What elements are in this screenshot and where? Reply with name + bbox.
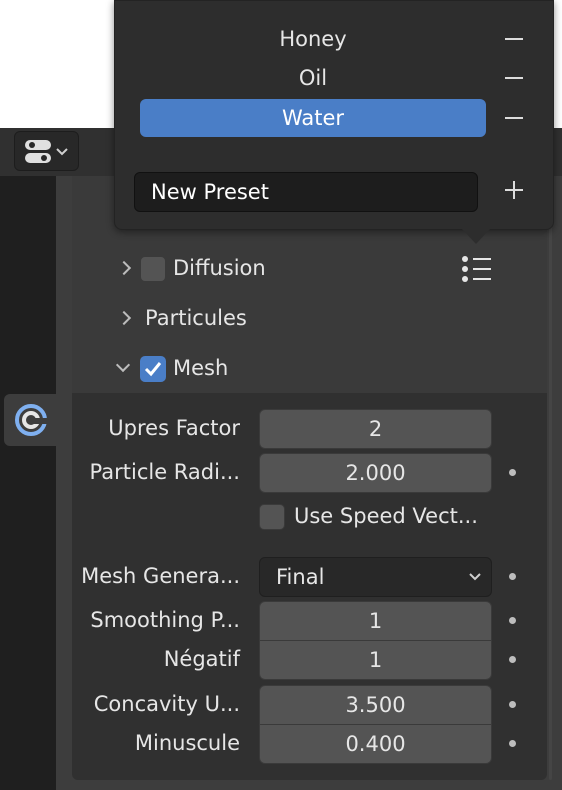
use-speed-vectors-label[interactable]: Use Speed Vect... [294,504,478,528]
chevron-down-icon [469,573,481,581]
minuscule-field[interactable]: 0.400 [259,724,492,764]
popup-pointer [461,228,491,244]
particle-radius-label: Particle Radi... [89,460,240,484]
keyframe-dot[interactable] [509,656,516,663]
remove-preset-icon[interactable] [505,77,523,79]
subpanel-mesh-label[interactable]: Mesh [173,356,228,380]
concavity-upper-label: Concavity U... [93,692,240,716]
use-speed-vectors-checkbox[interactable] [259,504,285,530]
new-preset-input[interactable]: New Preset [134,172,478,212]
preset-item-water[interactable]: Water [140,99,486,137]
minuscule-label: Minuscule [134,731,240,755]
smoothing-positive-label: Smoothing P... [90,608,240,632]
remove-preset-icon[interactable] [505,117,523,119]
scrollbar[interactable] [549,176,552,780]
preset-item-oil[interactable]: Oil [140,59,486,97]
mesh-checkbox[interactable] [140,356,166,382]
keyframe-dot[interactable] [509,469,516,476]
editor-type-button[interactable] [14,131,79,171]
editor-type-icon [25,140,68,163]
concavity-upper-field[interactable]: 3.500 [259,685,492,725]
add-preset-icon[interactable] [505,181,523,199]
mesh-generator-value: Final [276,565,325,589]
negatif-field[interactable]: 1 [259,640,492,680]
keyframe-dot[interactable] [509,617,516,624]
preset-list-icon[interactable] [460,255,494,285]
checkmark-icon [144,362,162,377]
keyframe-dot[interactable] [509,573,516,580]
upres-factor-field[interactable]: 2 [259,409,492,449]
mesh-generator-label: Mesh Genera... [81,564,240,588]
upres-factor-label: Upres Factor [108,416,240,440]
subpanel-diffusion-label[interactable]: Diffusion [173,256,266,280]
smoothing-positive-field[interactable]: 1 [259,601,492,641]
keyframe-dot[interactable] [509,740,516,747]
subpanel-particules-label[interactable]: Particules [145,306,247,330]
negatif-label: Négatif [163,647,240,671]
particle-radius-field[interactable]: 2.000 [259,453,492,493]
preset-item-honey[interactable]: Honey [140,20,486,58]
diffusion-checkbox[interactable] [140,256,166,282]
keyframe-dot[interactable] [509,701,516,708]
mesh-generator-dropdown[interactable]: Final [259,557,492,597]
remove-preset-icon[interactable] [505,38,523,40]
